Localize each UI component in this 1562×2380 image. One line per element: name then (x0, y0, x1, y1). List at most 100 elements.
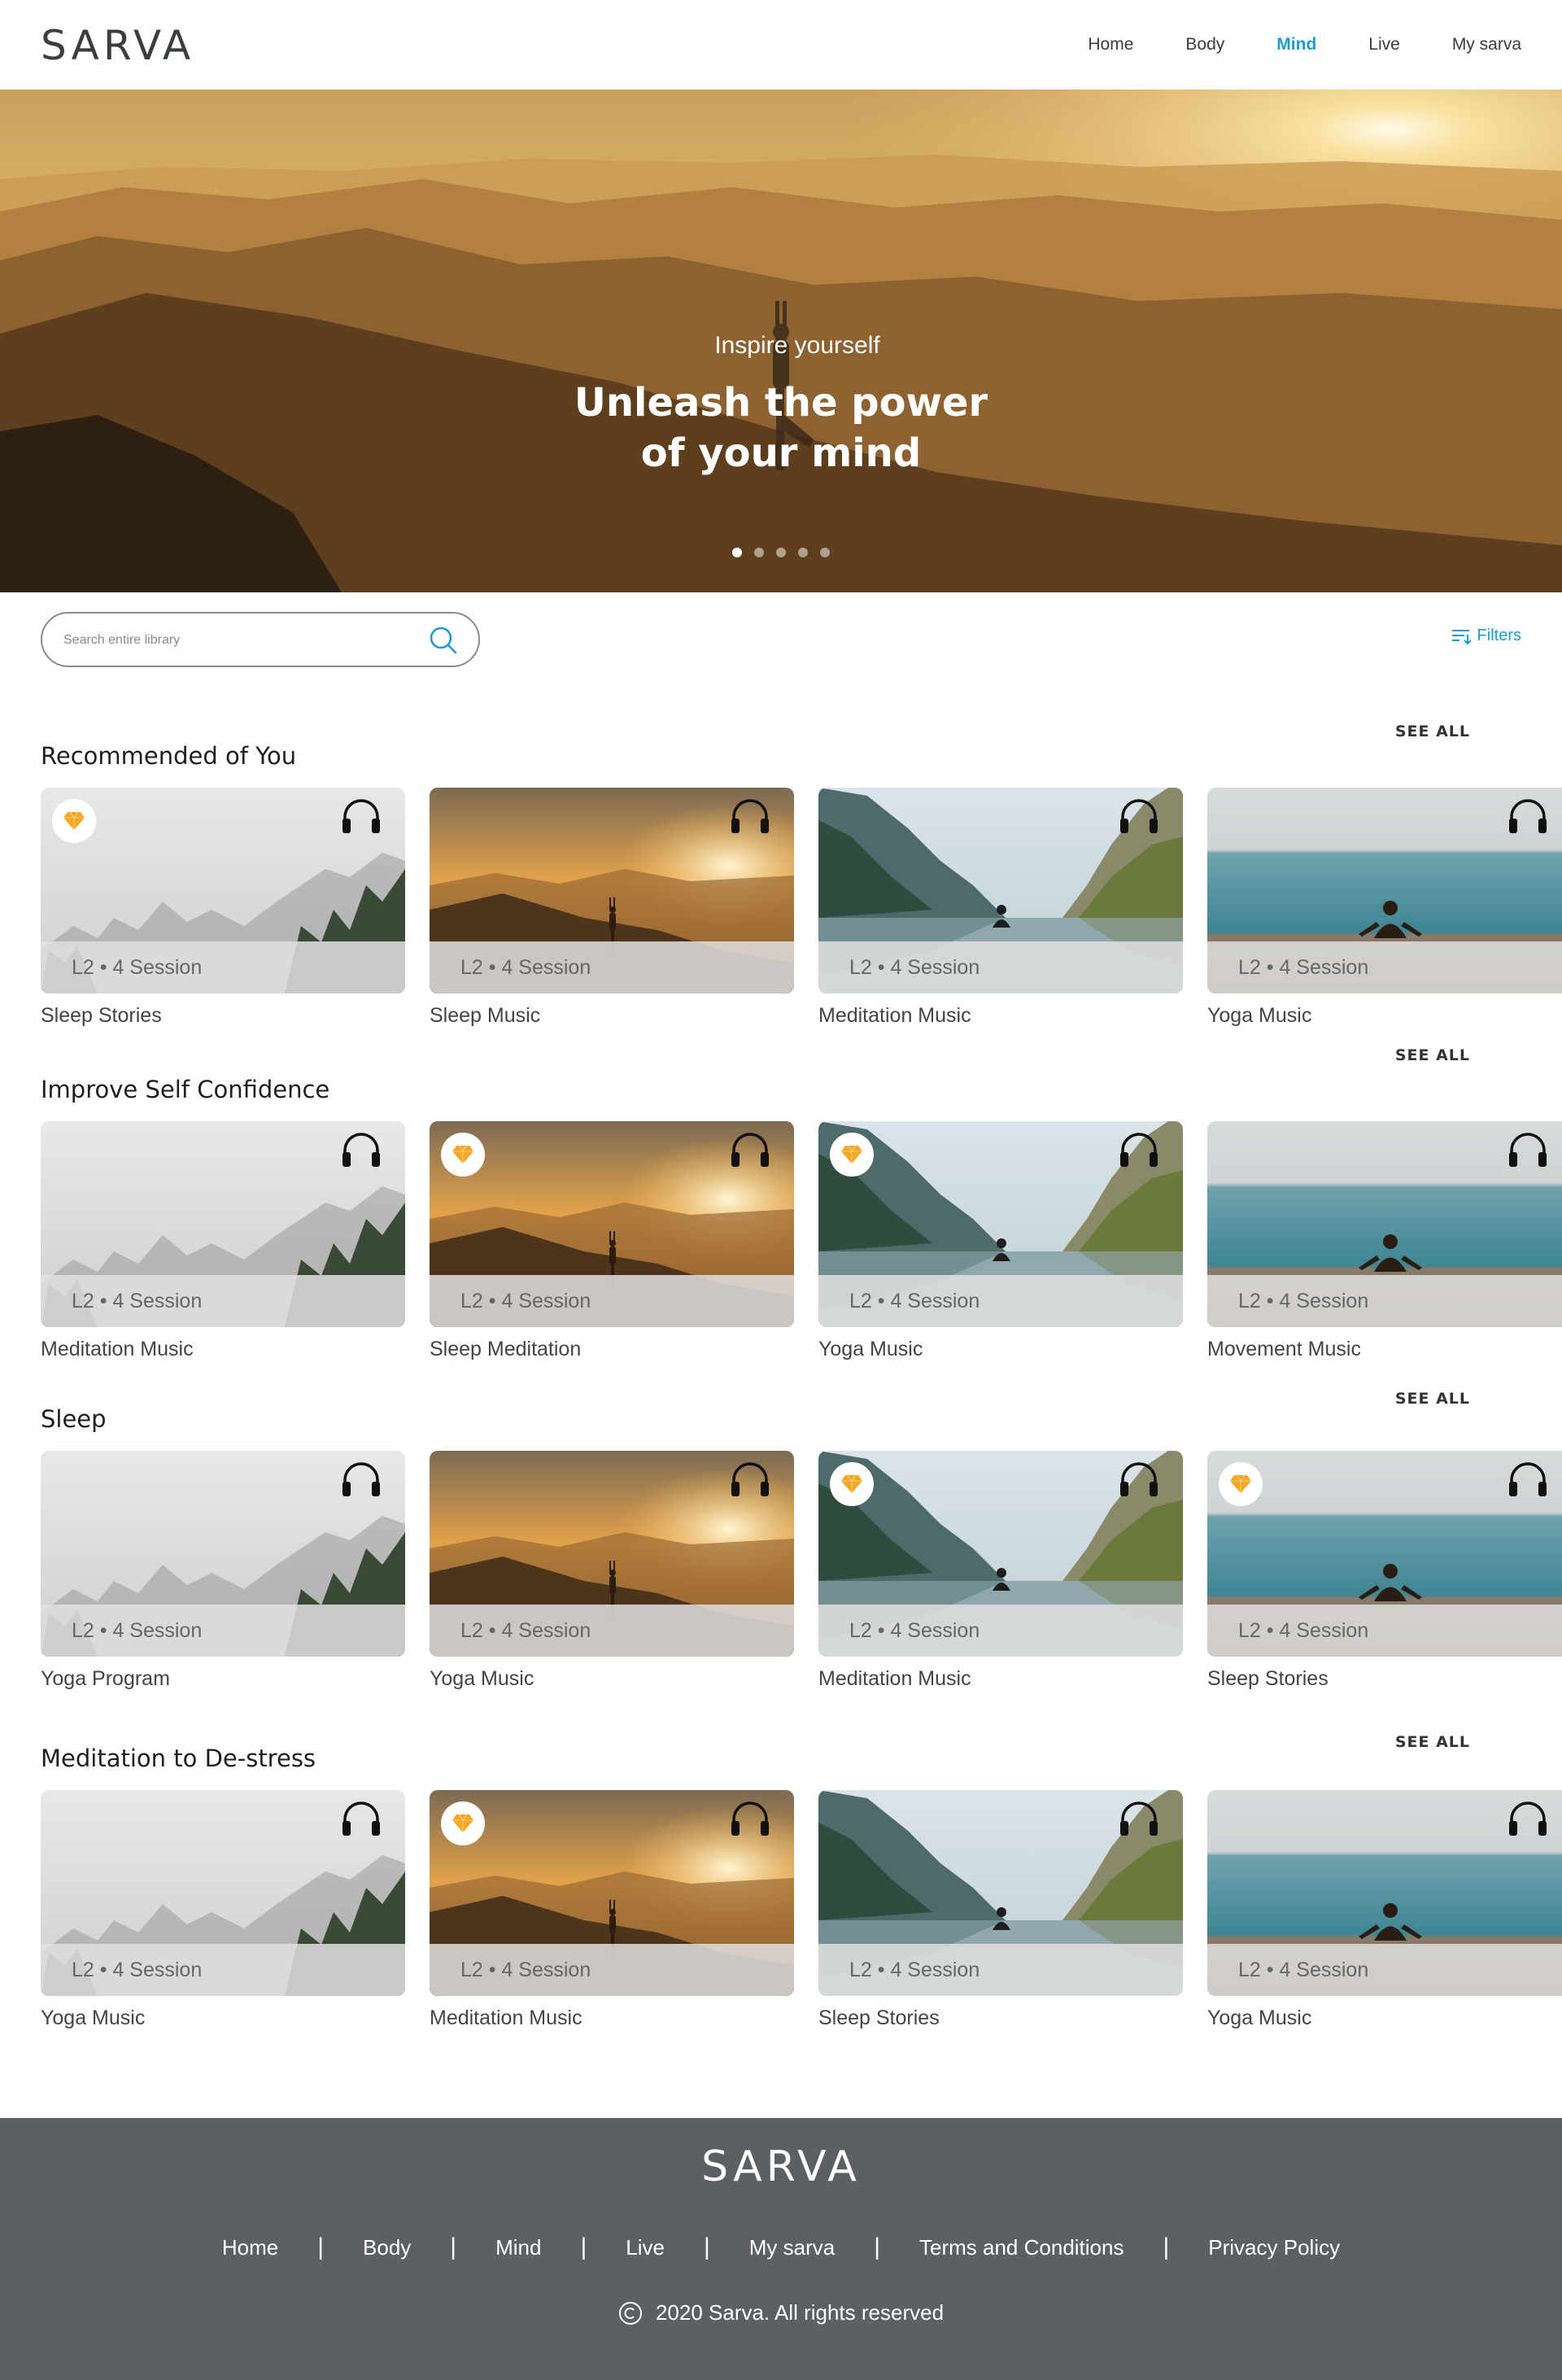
carousel-dot[interactable] (754, 548, 764, 557)
footer-link-terms[interactable]: Terms and Conditions (919, 2235, 1124, 2260)
content-card[interactable]: L2 • 4 Session Yoga Music (430, 1451, 794, 1703)
card-meta: L2 • 4 Session (430, 1605, 794, 1657)
card-meta: L2 • 4 Session (818, 1605, 1183, 1657)
footer-link-my-sarva[interactable]: My sarva (749, 2235, 835, 2260)
card-level-sessions: L2 • 4 Session (1238, 1959, 1369, 1981)
headphones-icon (1120, 799, 1158, 833)
card-title[interactable]: Yoga Music (1207, 2007, 1311, 2030)
card-thumbnail[interactable]: L2 • 4 Session (430, 1121, 794, 1327)
card-meta: L2 • 4 Session (1207, 1944, 1562, 1996)
search-icon[interactable] (428, 625, 459, 656)
footer-separator: | (703, 2234, 710, 2260)
content-card[interactable]: L2 • 4 Session Movement Music (1207, 1121, 1562, 1373)
section-title: Sleep (41, 1405, 107, 1433)
nav-my-sarva[interactable]: My sarva (1452, 35, 1521, 55)
diamond-icon (841, 1145, 862, 1164)
card-thumbnail[interactable]: L2 • 4 Session (1207, 1451, 1562, 1657)
card-title[interactable]: Sleep Music (430, 1004, 540, 1028)
footer-link-privacy[interactable]: Privacy Policy (1208, 2235, 1340, 2260)
copyright-icon (618, 2301, 642, 2325)
card-thumbnail[interactable]: L2 • 4 Session (430, 788, 794, 993)
diamond-icon (841, 1474, 862, 1493)
footer-logo[interactable]: SARVA (0, 2142, 1562, 2191)
content-card[interactable]: L2 • 4 Session Yoga Music (818, 1121, 1183, 1373)
header: SARVA Home Body Mind Live My sarva (0, 0, 1562, 90)
card-thumbnail[interactable]: L2 • 4 Session (818, 1790, 1183, 1996)
card-thumbnail[interactable]: L2 • 4 Session (818, 1451, 1183, 1657)
hero-subtitle: Inspire yourself (714, 332, 880, 359)
footer-link-live[interactable]: Live (626, 2235, 665, 2260)
headphones-icon (343, 799, 380, 833)
card-title[interactable]: Meditation Music (818, 1667, 971, 1691)
card-title[interactable]: Yoga Music (818, 1338, 923, 1361)
filter-icon (1451, 629, 1472, 644)
content-card[interactable]: L2 • 4 Session Meditation Music (430, 1790, 794, 2042)
nav-home[interactable]: Home (1088, 35, 1133, 55)
carousel-dot[interactable] (732, 548, 742, 557)
card-thumbnail[interactable]: L2 • 4 Session (41, 1121, 405, 1327)
card-level-sessions: L2 • 4 Session (72, 1290, 203, 1312)
card-title[interactable]: Movement Music (1207, 1338, 1361, 1361)
card-row: L2 • 4 Session Meditation Music L2 • 4 S… (41, 1121, 1562, 1373)
card-thumbnail[interactable]: L2 • 4 Session (430, 1451, 794, 1657)
headphones-icon (731, 1133, 769, 1167)
card-title[interactable]: Meditation Music (41, 1338, 194, 1361)
card-title[interactable]: Sleep Meditation (430, 1338, 581, 1361)
content-card[interactable]: L2 • 4 Session Sleep Meditation (430, 1121, 794, 1373)
filters-button[interactable]: Filters (1451, 627, 1521, 645)
card-thumbnail[interactable]: L2 • 4 Session (41, 1790, 405, 1996)
nav-live[interactable]: Live (1368, 35, 1400, 55)
content-card[interactable]: L2 • 4 Session Sleep Stories (818, 1790, 1183, 2042)
card-level-sessions: L2 • 4 Session (1238, 956, 1369, 979)
content-card[interactable]: L2 • 4 Session Sleep Music (430, 788, 794, 1040)
card-level-sessions: L2 • 4 Session (1238, 1619, 1369, 1642)
card-level-sessions: L2 • 4 Session (849, 1290, 980, 1312)
card-thumbnail[interactable]: L2 • 4 Session (1207, 1790, 1562, 1996)
see-all-link[interactable]: SEE ALL (1395, 1046, 1470, 1064)
content-card[interactable]: L2 • 4 Session Yoga Program (41, 1451, 405, 1703)
card-thumbnail[interactable]: L2 • 4 Session (41, 1451, 405, 1657)
footer-link-body[interactable]: Body (363, 2235, 411, 2260)
content-card[interactable]: L2 • 4 Session Sleep Stories (1207, 1451, 1562, 1703)
content-card[interactable]: L2 • 4 Session Meditation Music (818, 1451, 1183, 1703)
card-title[interactable]: Sleep Stories (41, 1004, 162, 1028)
card-thumbnail[interactable]: L2 • 4 Session (41, 788, 405, 993)
card-thumbnail[interactable]: L2 • 4 Session (1207, 788, 1562, 993)
sarva-logo[interactable]: SARVA (41, 21, 194, 70)
see-all-link[interactable]: SEE ALL (1395, 723, 1470, 740)
filters-label: Filters (1477, 627, 1521, 644)
card-title[interactable]: Sleep Stories (818, 2007, 940, 2030)
carousel-dot[interactable] (798, 548, 808, 557)
card-title[interactable]: Meditation Music (818, 1004, 971, 1028)
nav-mind[interactable]: Mind (1276, 35, 1316, 55)
content-card[interactable]: L2 • 4 Session Yoga Music (1207, 788, 1562, 1040)
card-level-sessions: L2 • 4 Session (72, 1619, 203, 1642)
footer-link-mind[interactable]: Mind (495, 2235, 541, 2260)
card-title[interactable]: Yoga Music (430, 1667, 534, 1691)
card-thumbnail[interactable]: L2 • 4 Session (430, 1790, 794, 1996)
card-title[interactable]: Yoga Music (1207, 1004, 1311, 1028)
card-title[interactable]: Yoga Program (41, 1667, 170, 1691)
content-card[interactable]: L2 • 4 Session Sleep Stories (41, 788, 405, 1040)
footer: SARVA Home | Body | Mind | Live | My sar… (0, 2118, 1562, 2380)
headphones-icon (343, 1462, 380, 1496)
footer-separator: | (874, 2234, 881, 2260)
carousel-dot[interactable] (820, 548, 830, 557)
footer-link-home[interactable]: Home (222, 2235, 278, 2260)
nav-body[interactable]: Body (1185, 35, 1224, 55)
card-title[interactable]: Meditation Music (430, 2007, 582, 2030)
content-card[interactable]: L2 • 4 Session Meditation Music (818, 788, 1183, 1040)
see-all-link[interactable]: SEE ALL (1395, 1733, 1470, 1751)
card-title[interactable]: Sleep Stories (1207, 1667, 1329, 1691)
card-thumbnail[interactable]: L2 • 4 Session (818, 1121, 1183, 1327)
content-card[interactable]: L2 • 4 Session Yoga Music (1207, 1790, 1562, 2042)
premium-badge (830, 1133, 874, 1177)
card-thumbnail[interactable]: L2 • 4 Session (818, 788, 1183, 993)
carousel-dot[interactable] (776, 548, 786, 557)
card-title[interactable]: Yoga Music (41, 2007, 145, 2030)
content-card[interactable]: L2 • 4 Session Yoga Music (41, 1790, 405, 2042)
content-card[interactable]: L2 • 4 Session Meditation Music (41, 1121, 405, 1373)
see-all-link[interactable]: SEE ALL (1395, 1390, 1470, 1408)
search-input[interactable] (63, 628, 405, 653)
card-thumbnail[interactable]: L2 • 4 Session (1207, 1121, 1562, 1327)
